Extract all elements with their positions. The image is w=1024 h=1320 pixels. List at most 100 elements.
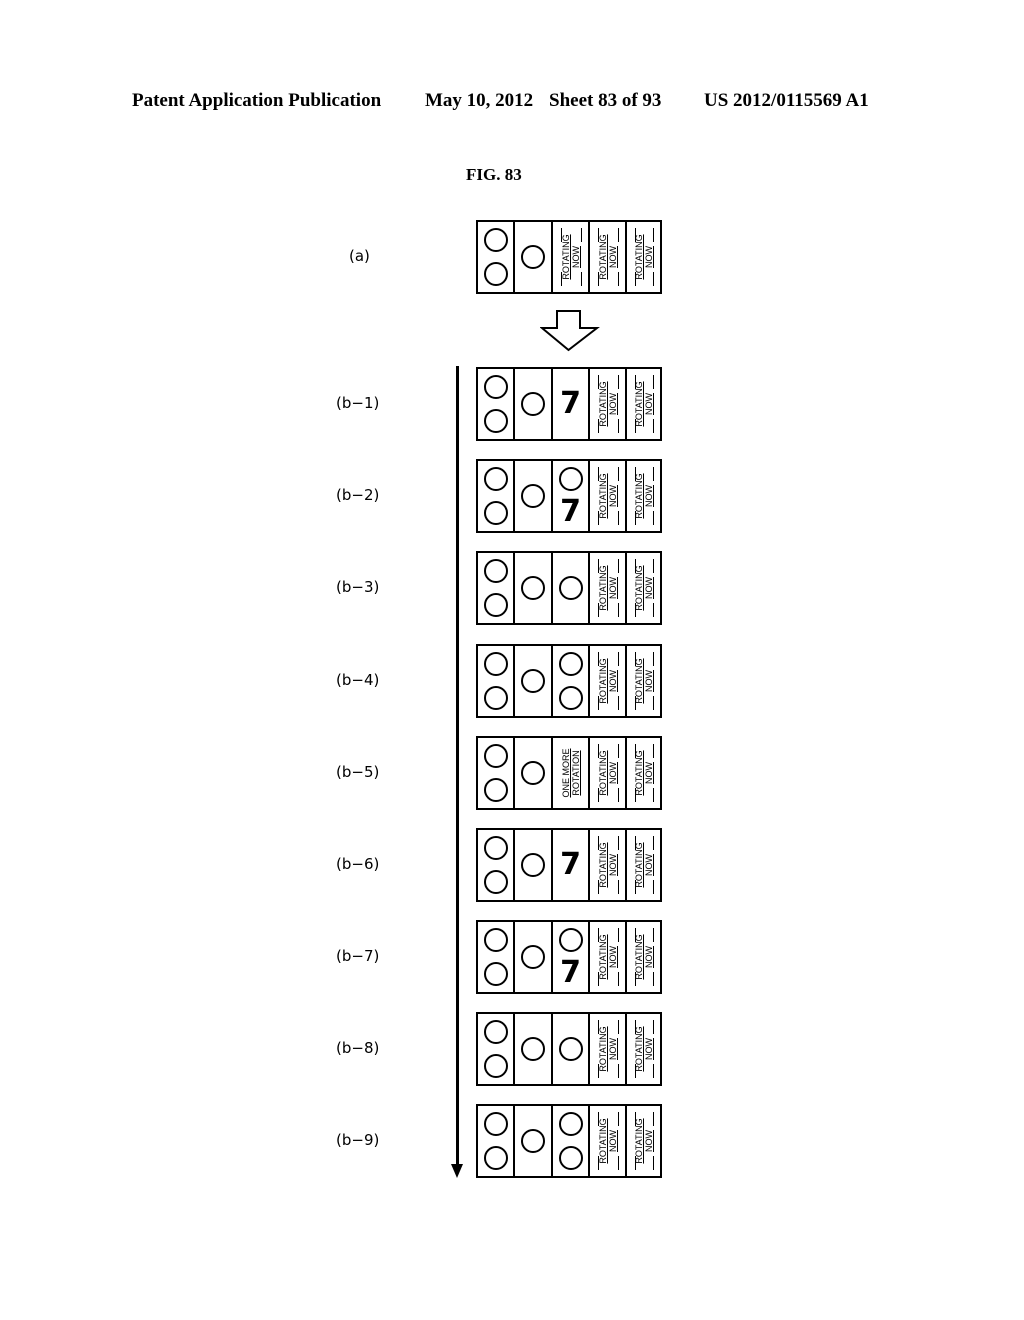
rotating-now-text-line1: ROTATING	[597, 565, 608, 611]
motion-dash-icon	[618, 880, 619, 894]
rotating-now-text-line1: ROTATING	[597, 381, 608, 427]
circle-symbol-icon	[483, 262, 508, 286]
reel-cell	[515, 738, 553, 808]
circle-symbol-icon	[483, 1020, 508, 1044]
motion-dash-icon	[618, 744, 619, 758]
circle-symbol-icon	[483, 375, 508, 399]
reel-cell	[478, 646, 515, 716]
circle-symbol-icon	[483, 962, 508, 986]
circle-symbol-icon	[521, 245, 545, 269]
rotating-now-text-line1: ROTATING	[633, 473, 644, 519]
rotating-now-text: ROTATING NOW	[598, 934, 618, 979]
rotating-now-text-line1: ROTATING	[633, 565, 644, 611]
reel-cell: ROTATING NOW	[590, 830, 627, 900]
circle-symbol-icon	[558, 1112, 583, 1136]
circle-symbol-icon	[521, 945, 545, 969]
reel-cell: 7	[553, 922, 590, 992]
motion-dash-icon	[618, 652, 619, 666]
rotating-now-text-line2: NOW	[607, 854, 618, 877]
panel-label: (b−5)	[336, 763, 380, 781]
reel-cell: ROTATING NOW	[553, 222, 590, 292]
rotating-now-text-line2: NOW	[643, 577, 654, 600]
reel-display-panel: ROTATING NOW ROTATING NOW	[476, 644, 662, 718]
rotating-now-text: ROTATING NOW	[598, 842, 618, 887]
circle-symbol-icon	[483, 228, 508, 252]
circle-symbol-icon	[521, 576, 545, 600]
motion-dash-icon	[581, 272, 582, 286]
reel-cell	[515, 830, 553, 900]
motion-dash-icon	[618, 836, 619, 850]
reel-cell: ROTATING NOW	[627, 738, 660, 808]
seven-symbol: 7	[560, 955, 581, 990]
reel-cell: 7	[553, 369, 590, 439]
rotating-now-text: ROTATING NOW	[634, 565, 654, 610]
rotating-now-text-line2: NOW	[607, 577, 618, 600]
reel-cell	[478, 553, 515, 623]
one-more-rotation-text-line1: ONE MORE	[560, 748, 571, 798]
circle-symbol-icon	[483, 928, 508, 952]
reel-display-panel: 7 ROTATING NOW ROTATING NOW	[476, 920, 662, 994]
rotating-now-text: ROTATING NOW	[634, 934, 654, 979]
publication-date: May 10, 2012	[425, 90, 534, 111]
rotating-now-text: ROTATING NOW	[634, 473, 654, 518]
circle-symbol-icon	[483, 1146, 508, 1170]
circle-symbol-icon	[558, 576, 583, 600]
circle-symbol-icon	[483, 744, 508, 768]
reel-cell	[478, 738, 515, 808]
motion-dash-icon	[618, 1020, 619, 1034]
reel-display-panel: 7 ROTATING NOW ROTATING NOW	[476, 459, 662, 533]
circle-symbol-icon	[483, 467, 508, 491]
reel-cell: ROTATING NOW	[627, 922, 660, 992]
one-more-rotation-text: ONE MORE ROTATION	[561, 748, 581, 797]
reel-cell	[478, 461, 515, 531]
motion-dash-icon	[581, 228, 582, 242]
reel-cell: ROTATING NOW	[590, 461, 627, 531]
figure-title: FIG. 83	[466, 165, 522, 184]
reel-cell	[478, 1014, 515, 1084]
rotating-now-text-line2: NOW	[607, 1038, 618, 1061]
reel-cell	[515, 461, 553, 531]
circle-symbol-icon	[521, 1129, 545, 1153]
one-more-rotation-text-line2: ROTATION	[570, 750, 581, 796]
seven-symbol: 7	[560, 494, 581, 529]
reel-cell	[553, 646, 590, 716]
motion-dash-icon	[618, 603, 619, 617]
reel-cell: ROTATING NOW	[590, 553, 627, 623]
motion-dash-icon	[618, 788, 619, 802]
reel-cell: ROTATING NOW	[627, 553, 660, 623]
circle-symbol-icon	[558, 1146, 583, 1170]
rotating-now-text: ROTATING NOW	[598, 565, 618, 610]
reel-cell: 7	[553, 461, 590, 531]
circle-symbol-icon	[483, 559, 508, 583]
circle-symbol-icon	[558, 928, 583, 952]
rotating-now-text: ROTATING NOW	[561, 234, 581, 279]
rotating-now-text-line1: ROTATING	[633, 1118, 644, 1164]
rotating-now-text-line2: NOW	[607, 246, 618, 269]
rotating-now-text-line2: NOW	[643, 485, 654, 508]
reel-cell: ROTATING NOW	[627, 369, 660, 439]
reel-display-panel: ROTATING NOW ROTATING NOW	[476, 1012, 662, 1086]
panel-label: (b−3)	[336, 578, 380, 596]
rotating-now-text: ROTATING NOW	[634, 658, 654, 703]
reel-cell: ONE MORE ROTATION	[553, 738, 590, 808]
rotating-now-text-line1: ROTATING	[597, 750, 608, 796]
panel-label: (b−8)	[336, 1039, 380, 1057]
reel-cell	[478, 1106, 515, 1176]
motion-dash-icon	[618, 928, 619, 942]
motion-dash-icon	[618, 272, 619, 286]
reel-display-panel: 7 ROTATING NOW ROTATING NOW	[476, 367, 662, 441]
reel-cell: ROTATING NOW	[627, 1014, 660, 1084]
timeline-arrowhead-icon	[451, 1164, 463, 1178]
rotating-now-text-line2: NOW	[643, 854, 654, 877]
reel-cell	[515, 553, 553, 623]
reel-cell: 7	[553, 830, 590, 900]
panel-label: (b−9)	[336, 1131, 380, 1149]
rotating-now-text-line1: ROTATING	[597, 658, 608, 704]
rotating-now-text-line1: ROTATING	[597, 842, 608, 888]
rotating-now-text-line1: ROTATING	[633, 934, 644, 980]
rotating-now-text-line2: NOW	[643, 762, 654, 785]
reel-cell	[478, 830, 515, 900]
circle-symbol-icon	[521, 484, 545, 508]
rotating-now-text: ROTATING NOW	[634, 381, 654, 426]
reel-cell: ROTATING NOW	[590, 1106, 627, 1176]
